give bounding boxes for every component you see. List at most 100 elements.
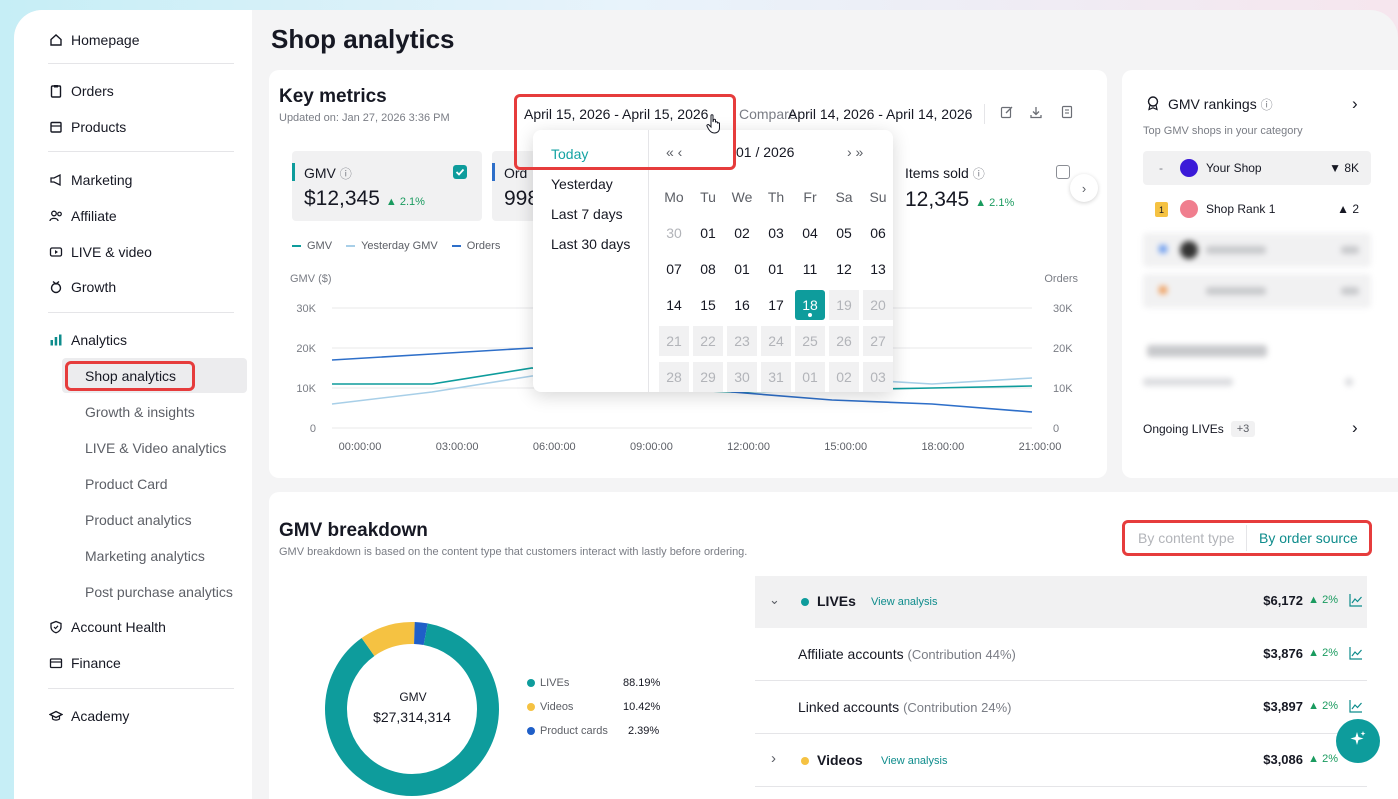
donut-legend-videos: Videos 10.42% bbox=[527, 701, 660, 713]
compare-range-selector[interactable]: April 14, 2026 - April 14, 2026 bbox=[788, 106, 972, 122]
nav-affiliate[interactable]: Affiliate bbox=[48, 204, 117, 228]
ongoing-lives-count: +3 bbox=[1230, 421, 1256, 437]
x-tick-label: 21:00:00 bbox=[1019, 441, 1062, 453]
calendar-day[interactable]: 15 bbox=[693, 290, 723, 320]
ongoing-lives-row[interactable]: Ongoing LIVEs +3 bbox=[1143, 421, 1256, 437]
calendar-day[interactable]: 08 bbox=[693, 254, 723, 284]
x-tick-label: 15:00:00 bbox=[824, 441, 867, 453]
breakdown-row-linked[interactable]: Linked accounts (Contribution 24%) $3,89… bbox=[755, 682, 1367, 734]
next-metrics-button[interactable]: › bbox=[1070, 174, 1098, 202]
nav-product-card[interactable]: Product Card bbox=[85, 472, 167, 496]
view-analysis-link[interactable]: View analysis bbox=[871, 596, 937, 608]
metric-items-checkbox[interactable] bbox=[1056, 165, 1070, 179]
calendar-day[interactable]: 12 bbox=[829, 254, 859, 284]
calendar-day[interactable]: 03 bbox=[761, 218, 791, 248]
ranking-row-1[interactable]: 1 Shop Rank 1 ▲ 2 bbox=[1143, 192, 1371, 226]
breakdown-row-affiliate[interactable]: Affiliate accounts (Contribution 44%) $3… bbox=[755, 629, 1367, 681]
trend-icon[interactable] bbox=[1349, 699, 1363, 713]
chart-legend: GMV Yesterday GMV Orders bbox=[292, 240, 500, 252]
calendar-day: 02 bbox=[829, 362, 859, 392]
calendar-day: 19 bbox=[829, 290, 859, 320]
y2-tick-label: 20K bbox=[1053, 343, 1073, 355]
breakdown-row-videos[interactable]: › Videos View analysis $3,086 ▲ 2% bbox=[755, 735, 1367, 787]
quick-option-yesterday[interactable]: Yesterday bbox=[551, 176, 613, 192]
donut-slice-product-cards[interactable] bbox=[413, 622, 428, 646]
calendar-day-selected[interactable]: 18 bbox=[795, 290, 825, 320]
calendar-day[interactable]: 01 bbox=[761, 254, 791, 284]
calendar-day[interactable]: 02 bbox=[727, 218, 757, 248]
document-icon[interactable] bbox=[1058, 103, 1076, 121]
blurred-section-title bbox=[1147, 345, 1267, 357]
legend-yesterday-gmv[interactable]: Yesterday GMV bbox=[346, 240, 438, 252]
nav-growth-label: Growth bbox=[71, 279, 117, 295]
nav-growth-insights[interactable]: Growth & insights bbox=[85, 400, 195, 424]
legend-dot bbox=[527, 679, 535, 687]
calendar-day[interactable]: 14 bbox=[659, 290, 689, 320]
nav-product-analytics[interactable]: Product analytics bbox=[85, 508, 192, 532]
nav-live-video[interactable]: LIVE & video bbox=[48, 240, 152, 264]
edit-icon[interactable] bbox=[998, 103, 1016, 121]
nav-products[interactable]: Products bbox=[48, 115, 126, 139]
key-metrics-title: Key metrics bbox=[279, 86, 387, 107]
toggle-by-order-source[interactable]: By order source bbox=[1259, 530, 1358, 546]
gmv-breakdown-subtitle: GMV breakdown is based on the content ty… bbox=[279, 546, 748, 558]
quick-option-last-30-days[interactable]: Last 30 days bbox=[551, 236, 630, 252]
legend-label: LIVEs bbox=[540, 677, 570, 689]
y-tick-label: 10K bbox=[296, 383, 316, 395]
weekday-header: Tu bbox=[700, 189, 716, 205]
chevron-right-icon[interactable]: › bbox=[1352, 418, 1358, 438]
nav-post-purchase-analytics[interactable]: Post purchase analytics bbox=[85, 580, 233, 604]
calendar-day[interactable]: 17 bbox=[761, 290, 791, 320]
calendar-day[interactable]: 11 bbox=[795, 254, 825, 284]
trend-icon[interactable] bbox=[1349, 593, 1363, 607]
ranking-row-your-shop[interactable]: - Your Shop ▼ 8K bbox=[1143, 151, 1371, 185]
nav-orders[interactable]: Orders bbox=[48, 79, 114, 103]
shop-name: Your Shop bbox=[1206, 161, 1262, 175]
calendar-month-label[interactable]: 01 / 2026 bbox=[736, 144, 794, 160]
nav-live-video-analytics[interactable]: LIVE & Video analytics bbox=[85, 436, 226, 460]
shop-change: ▼ 8K bbox=[1329, 161, 1359, 175]
nav-account-health[interactable]: Account Health bbox=[48, 615, 166, 639]
calendar-day[interactable]: 07 bbox=[659, 254, 689, 284]
breakdown-row-lives[interactable]: ⌄ LIVEs View analysis $6,172 ▲ 2% bbox=[755, 576, 1367, 628]
chevron-down-icon[interactable]: ⌄ bbox=[769, 592, 780, 608]
calendar-day[interactable]: 13 bbox=[863, 254, 893, 284]
calendar-day[interactable]: 05 bbox=[829, 218, 859, 248]
calendar-day[interactable]: 16 bbox=[727, 290, 757, 320]
x-tick-label: 03:00:00 bbox=[436, 441, 479, 453]
calendar-day[interactable]: 06 bbox=[863, 218, 893, 248]
calendar-day[interactable]: 01 bbox=[727, 254, 757, 284]
metric-gmv-checkbox[interactable] bbox=[453, 165, 467, 179]
ai-assistant-button[interactable] bbox=[1336, 719, 1380, 763]
donut-slice-videos[interactable] bbox=[361, 622, 415, 657]
calendar-day[interactable]: 01 bbox=[693, 218, 723, 248]
legend-gmv[interactable]: GMV bbox=[292, 240, 332, 252]
nav-homepage[interactable]: Homepage bbox=[48, 28, 140, 52]
legend-orders[interactable]: Orders bbox=[451, 240, 500, 252]
nav-growth[interactable]: Growth bbox=[48, 275, 116, 299]
calendar-next-buttons[interactable]: › » bbox=[847, 144, 863, 160]
calendar-prev-buttons[interactable]: « ‹ bbox=[666, 144, 682, 160]
quick-option-today[interactable]: Today bbox=[551, 146, 588, 162]
chevron-right-icon[interactable]: › bbox=[1352, 94, 1358, 114]
row-change: ▲ 2% bbox=[1308, 647, 1338, 659]
nav-live-video-label: LIVE & video bbox=[71, 244, 152, 260]
view-analysis-link[interactable]: View analysis bbox=[881, 755, 947, 767]
quick-option-last-7-days[interactable]: Last 7 days bbox=[551, 206, 623, 222]
nav-marketing-analytics[interactable]: Marketing analytics bbox=[85, 544, 205, 568]
weekday-header: We bbox=[731, 189, 753, 205]
toggle-by-content-type[interactable]: By content type bbox=[1138, 530, 1235, 546]
metric-gmv[interactable]: GMV ⓘ $12,345 ▲ 2.1% bbox=[292, 151, 482, 221]
nav-finance[interactable]: Finance bbox=[48, 651, 121, 675]
calendar-day[interactable]: 04 bbox=[795, 218, 825, 248]
download-icon[interactable] bbox=[1027, 103, 1045, 121]
date-range-selector[interactable]: April 15, 2026 - April 15, 2026 bbox=[524, 106, 708, 122]
nav-academy[interactable]: Academy bbox=[48, 704, 129, 728]
nav-marketing[interactable]: Marketing bbox=[48, 168, 132, 192]
legend-gmv-label: GMV bbox=[307, 240, 333, 252]
trend-icon[interactable] bbox=[1349, 646, 1363, 660]
nav-analytics[interactable]: Analytics bbox=[48, 328, 127, 352]
nav-analytics-label: Analytics bbox=[71, 332, 128, 348]
chevron-right-icon[interactable]: › bbox=[771, 750, 776, 767]
clipboard-icon bbox=[48, 83, 64, 99]
